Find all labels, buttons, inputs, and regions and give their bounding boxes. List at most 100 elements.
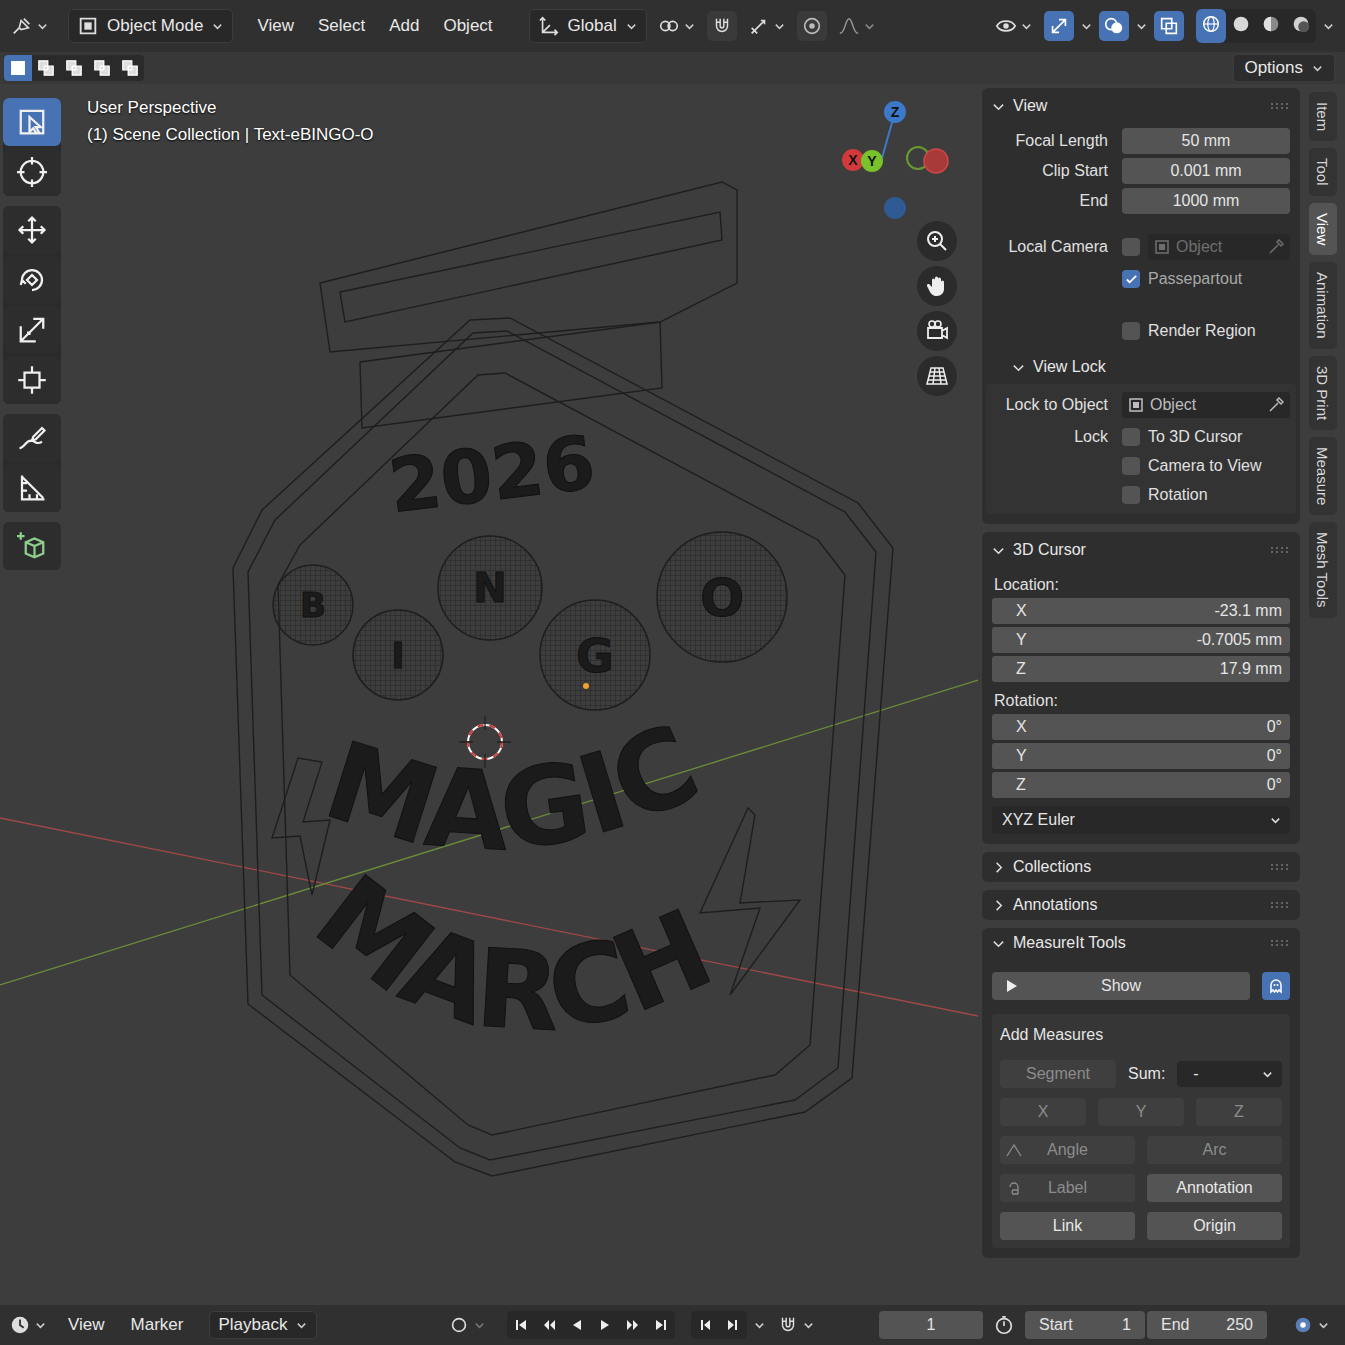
perspective-toggle[interactable] — [917, 356, 957, 396]
checkbox-row[interactable]: Render Region — [1122, 318, 1290, 344]
checkbox-row[interactable]: To 3D Cursor — [1122, 424, 1290, 450]
mode-dropdown[interactable]: Object Mode — [68, 9, 233, 43]
eyedropper-icon[interactable] — [1268, 239, 1284, 255]
xray-toggle[interactable] — [1154, 11, 1184, 41]
checkbox[interactable] — [1122, 486, 1140, 504]
checkbox[interactable] — [1122, 428, 1140, 446]
prev-key-button[interactable] — [691, 1311, 719, 1339]
eyedropper-icon[interactable] — [1268, 397, 1284, 413]
measure-button[interactable]: Annotation — [1147, 1174, 1282, 1202]
navigation-gizmo[interactable]: XYZ — [842, 101, 948, 219]
panel-header[interactable]: 3D Cursor — [982, 532, 1300, 568]
tool-button[interactable] — [3, 306, 61, 354]
select-mode-button[interactable] — [32, 55, 60, 81]
drag-grip-icon[interactable] — [1270, 546, 1290, 554]
3d-cursor-icon[interactable] — [459, 716, 511, 768]
select-mode-button[interactable] — [116, 55, 144, 81]
visibility-button[interactable] — [990, 11, 1038, 41]
keying-menu-icon[interactable] — [753, 1319, 766, 1332]
tool-button[interactable] — [3, 256, 61, 304]
snap-toggle[interactable] — [707, 11, 737, 41]
panel-header[interactable]: Collections — [982, 852, 1300, 882]
bingo-ball[interactable]: G — [540, 600, 650, 710]
play-button[interactable] — [591, 1311, 619, 1339]
timeline-menu-item[interactable]: Marker — [121, 1311, 194, 1339]
timeline-menu-item[interactable]: View — [58, 1311, 115, 1339]
sum-dropdown[interactable]: - — [1177, 1061, 1282, 1087]
record-button[interactable] — [443, 1310, 491, 1340]
sidebar-tab[interactable]: 3D Print — [1309, 356, 1337, 430]
sidebar-tab[interactable]: Animation — [1309, 262, 1337, 349]
zoom-button[interactable] — [917, 221, 957, 261]
select-mode-button[interactable] — [60, 55, 88, 81]
y-axis-button[interactable] — [861, 150, 883, 172]
checkbox[interactable] — [1122, 270, 1140, 288]
checkbox[interactable] — [1122, 457, 1140, 475]
orientation-dropdown[interactable]: Global — [529, 9, 647, 43]
number-field[interactable]: 50 mm — [1122, 128, 1290, 154]
axis-measure-button[interactable]: Z — [1196, 1098, 1282, 1126]
next-keyframe-button[interactable] — [619, 1311, 647, 1339]
select-mode-button[interactable] — [88, 55, 116, 81]
drag-grip-icon[interactable] — [1270, 102, 1290, 110]
measure-button[interactable]: Label — [1000, 1174, 1135, 1202]
neg-z-axis-icon[interactable] — [884, 197, 906, 219]
number-field[interactable]: 0.001 mm — [1122, 158, 1290, 184]
menu-item[interactable]: Object — [433, 12, 502, 40]
timeline-snap-button[interactable] — [772, 1310, 820, 1340]
menu-item[interactable]: Select — [308, 12, 375, 40]
object-field[interactable]: Object — [1148, 234, 1290, 260]
options-dropdown[interactable]: Options — [1233, 54, 1335, 82]
playback-dropdown[interactable]: Playback — [209, 1311, 317, 1339]
sidebar-tab[interactable]: Item — [1309, 92, 1337, 141]
editor-type-button[interactable] — [4, 1310, 52, 1340]
pivot-button[interactable] — [653, 11, 701, 41]
jump-end-button[interactable] — [647, 1311, 675, 1339]
number-field[interactable]: Y0° — [992, 743, 1290, 769]
axis-measure-button[interactable]: X — [1000, 1098, 1086, 1126]
next-key-button[interactable] — [719, 1311, 747, 1339]
view-lock-header[interactable]: View Lock — [992, 344, 1290, 384]
menu-item[interactable]: View — [247, 12, 304, 40]
tool-button[interactable] — [3, 464, 61, 512]
number-field[interactable]: X-23.1 mm — [992, 598, 1290, 624]
shading-button[interactable] — [1256, 9, 1286, 43]
checkbox[interactable] — [1122, 322, 1140, 340]
show-button[interactable]: Show — [992, 972, 1250, 1000]
gizmo-toggle[interactable] — [1044, 11, 1074, 41]
prev-keyframe-button[interactable] — [535, 1311, 563, 1339]
shading-menu-icon[interactable] — [1322, 20, 1335, 33]
sidebar-tab[interactable]: Mesh Tools — [1309, 522, 1337, 618]
sidebar-tab[interactable]: View — [1309, 203, 1337, 255]
current-frame-field[interactable]: 1 — [879, 1311, 983, 1339]
neg-x-axis-icon[interactable] — [924, 149, 948, 173]
overlays-menu-icon[interactable] — [1135, 20, 1148, 33]
number-field[interactable]: X0° — [992, 714, 1290, 740]
end-frame-field[interactable]: End250 — [1147, 1311, 1267, 1339]
start-frame-field[interactable]: Start1 — [1025, 1311, 1145, 1339]
tool-button[interactable] — [3, 148, 61, 196]
menu-item[interactable]: Add — [379, 12, 429, 40]
timeline-options-button[interactable] — [1287, 1310, 1335, 1340]
scene-canvas[interactable]: 2026BINGOMAGICMARCHXYZ — [0, 84, 978, 1305]
tool-button[interactable] — [3, 356, 61, 404]
overlays-toggle[interactable] — [1099, 11, 1129, 41]
tool-button[interactable] — [3, 522, 61, 570]
bingo-ball[interactable]: O — [657, 532, 787, 662]
number-field[interactable]: Z0° — [992, 772, 1290, 798]
tool-button[interactable] — [3, 98, 61, 146]
stopwatch-icon[interactable] — [993, 1314, 1015, 1336]
ghost-toggle[interactable] — [1262, 972, 1290, 1000]
checkbox-row[interactable]: Rotation — [1122, 482, 1290, 508]
bingo-ball[interactable]: I — [353, 610, 443, 700]
snap-target-button[interactable] — [743, 11, 791, 41]
measure-button[interactable]: Link — [1000, 1212, 1135, 1240]
gizmo-menu-icon[interactable] — [1080, 20, 1093, 33]
editor-type-button[interactable] — [6, 11, 54, 41]
jump-start-button[interactable] — [507, 1311, 535, 1339]
z-axis-button[interactable] — [884, 101, 906, 123]
camera-view-button[interactable] — [917, 311, 957, 351]
drag-grip-icon[interactable] — [1270, 901, 1290, 909]
object-field[interactable]: Object — [1122, 392, 1290, 418]
tool-button[interactable] — [3, 414, 61, 462]
